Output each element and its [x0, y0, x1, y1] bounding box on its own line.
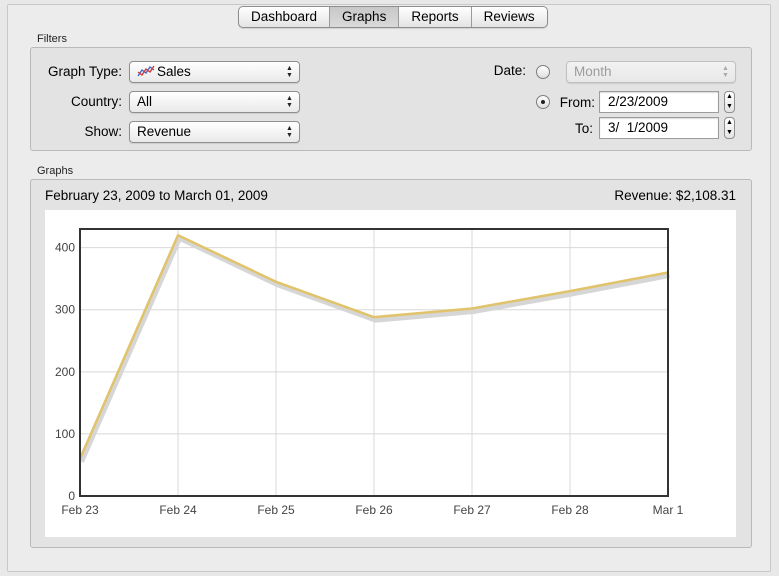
- revenue-line-shadow: [79, 235, 670, 463]
- revenue-total: Revenue: $2,108.31: [614, 188, 736, 203]
- y-tick-label: 100: [55, 427, 75, 441]
- x-tick-label: Feb 26: [355, 503, 393, 517]
- date-label: Date:: [493, 63, 526, 78]
- graph-type-popup[interactable]: Sales ▲ ▼: [129, 61, 300, 83]
- to-date-stepper[interactable]: ▲ ▼: [724, 117, 735, 139]
- x-tick-label: Feb 23: [61, 503, 99, 517]
- y-axis-ticks: 0 100 200 300 400: [55, 241, 75, 503]
- show-label: Show:: [84, 124, 122, 139]
- y-tick-label: 0: [68, 489, 75, 503]
- tab-graphs[interactable]: Graphs: [329, 7, 399, 27]
- to-label: To:: [574, 121, 593, 136]
- x-tick-label: Feb 27: [453, 503, 491, 517]
- date-range-radio[interactable]: [536, 95, 550, 109]
- show-value: Revenue: [137, 124, 192, 139]
- from-date-stepper[interactable]: ▲ ▼: [724, 91, 735, 113]
- tab-dashboard[interactable]: Dashboard: [239, 7, 329, 27]
- graph-type-value: Sales: [157, 64, 191, 79]
- country-popup[interactable]: All ▲ ▼: [129, 91, 300, 113]
- month-radio[interactable]: [536, 65, 550, 79]
- country-value: All: [137, 94, 153, 109]
- sales-line-icon: [137, 65, 155, 77]
- from-date-field[interactable]: 2/23/2009: [599, 91, 719, 113]
- popup-arrows-icon: ▲ ▼: [286, 65, 293, 79]
- popup-arrows-icon: ▲ ▼: [286, 125, 293, 139]
- month-popup[interactable]: Month ▲ ▼: [566, 61, 736, 83]
- x-tick-label: Feb 24: [159, 503, 197, 517]
- month-value: Month: [574, 64, 612, 79]
- graphs-group-label: Graphs: [37, 165, 74, 177]
- view-tabs: Dashboard Graphs Reports Reviews: [238, 6, 548, 28]
- tab-reports[interactable]: Reports: [398, 7, 470, 27]
- date-range-heading: February 23, 2009 to March 01, 2009: [45, 188, 268, 203]
- tab-reviews[interactable]: Reviews: [470, 7, 547, 27]
- from-label: From:: [559, 95, 595, 110]
- to-date-field[interactable]: 3/ 1/2009: [599, 117, 719, 139]
- y-tick-label: 400: [55, 241, 75, 255]
- country-label: Country:: [70, 94, 122, 109]
- x-tick-label: Feb 28: [551, 503, 589, 517]
- popup-arrows-icon: ▲ ▼: [722, 65, 729, 79]
- revenue-line-chart: 0100200300400 Feb 23 Feb 24 Feb 25 Feb 26 Fe…: [55, 228, 684, 517]
- y-tick-label: 200: [55, 365, 75, 379]
- x-tick-label: Mar 1: [653, 503, 684, 517]
- y-tick-label: 300: [55, 303, 75, 317]
- x-axis-ticks: Feb 23 Feb 24 Feb 25 Feb 26 Feb 27 Feb 28 Mar …: [61, 503, 683, 517]
- x-tick-label: Feb 25: [257, 503, 295, 517]
- graph-type-label: Graph Type:: [47, 64, 122, 79]
- graph-area: 0 100 200 300 400 Feb 23 Feb 24 Feb 25 Feb 26 Fe…: [45, 210, 736, 537]
- show-popup[interactable]: Revenue ▲ ▼: [129, 121, 300, 143]
- filters-group-label: Filters: [37, 33, 67, 45]
- popup-arrows-icon: ▲ ▼: [286, 95, 293, 109]
